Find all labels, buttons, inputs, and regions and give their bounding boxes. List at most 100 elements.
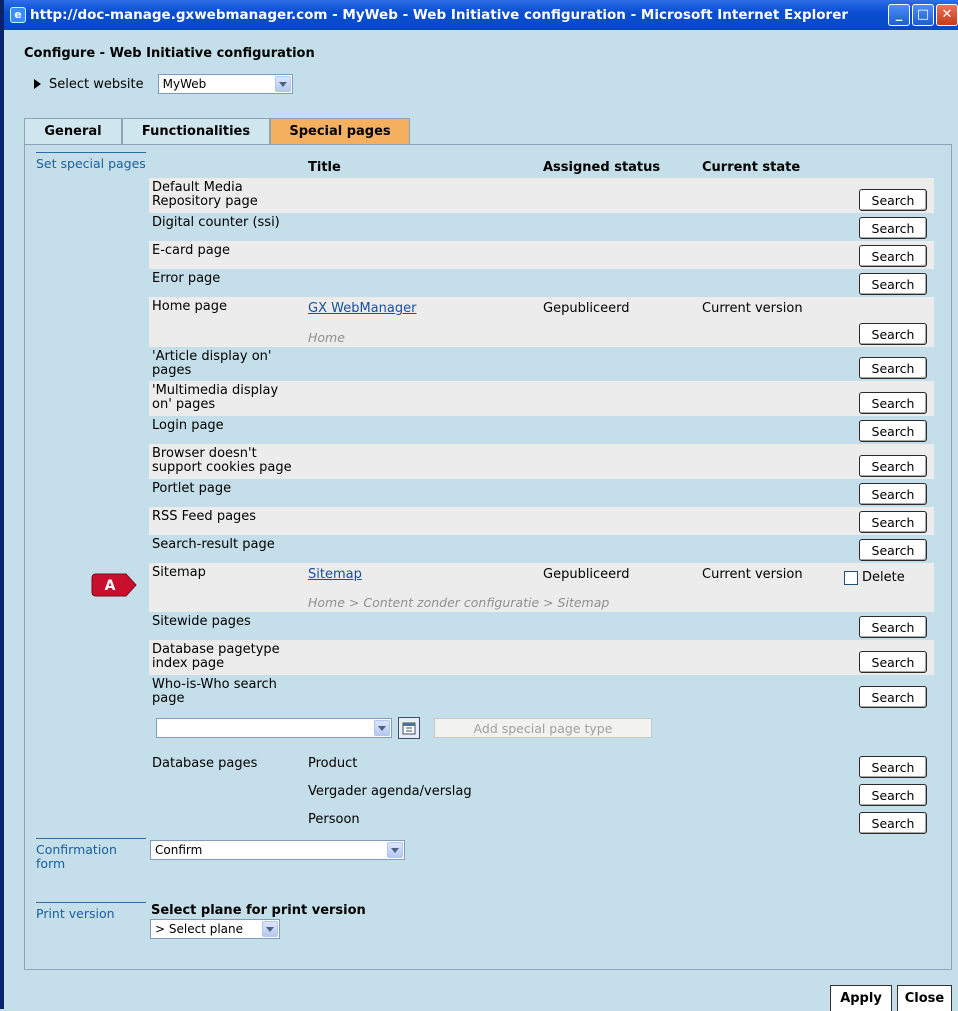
- search-button[interactable]: Search: [859, 245, 927, 267]
- special-page-row: E-card page Search: [149, 241, 934, 269]
- search-button[interactable]: Search: [859, 217, 927, 239]
- search-button[interactable]: Search: [859, 323, 927, 345]
- search-button[interactable]: Search: [859, 420, 927, 442]
- special-page-name: Digital counter (ssi): [152, 215, 280, 230]
- search-button[interactable]: Search: [859, 784, 927, 806]
- tab-general-label: General: [44, 124, 102, 139]
- add-special-page-type-button[interactable]: Add special page type: [434, 718, 652, 738]
- special-page-name: E-card page: [152, 243, 230, 258]
- special-page-row: Database pagetype index page Search: [149, 640, 934, 675]
- section-label-print-version: Print version: [36, 902, 146, 921]
- special-page-name: Database pagetype index page: [152, 642, 280, 671]
- database-pages-label: Database pages: [152, 756, 258, 771]
- tab-functionalities[interactable]: Functionalities: [122, 118, 270, 144]
- search-button[interactable]: Search: [859, 455, 927, 477]
- column-header-title: Title: [308, 160, 341, 175]
- search-button[interactable]: Search: [859, 616, 927, 638]
- website-select[interactable]: MyWeb: [157, 74, 293, 94]
- delete-checkbox[interactable]: Delete: [844, 570, 905, 585]
- special-page-name: 'Multimedia display on' pages: [152, 383, 279, 412]
- search-button[interactable]: Search: [859, 812, 927, 834]
- minimize-button[interactable]: _: [888, 4, 910, 26]
- special-page-row: Who-is-Who search page Search: [149, 675, 934, 710]
- maximize-icon: □: [916, 7, 930, 22]
- website-selector-row: Select website MyWeb: [34, 74, 293, 94]
- callout-marker: A: [91, 573, 137, 597]
- search-button[interactable]: Search: [859, 392, 927, 414]
- special-page-name: Sitemap: [152, 565, 206, 580]
- special-page-row: 'Multimedia display on' pages Search: [149, 381, 934, 416]
- window-title: http://doc-manage.gxwebmanager.com - MyW…: [30, 7, 849, 23]
- search-button[interactable]: Search: [859, 539, 927, 561]
- select-website-label: Select website: [49, 76, 144, 92]
- close-button[interactable]: Close: [897, 985, 952, 1011]
- assigned-status: Gepubliceerd: [543, 567, 630, 582]
- current-state: Current version: [702, 567, 803, 582]
- confirmation-form-select[interactable]: Confirm: [150, 840, 405, 860]
- tab-special-pages[interactable]: Special pages: [270, 118, 410, 144]
- chevron-down-icon[interactable]: [387, 842, 403, 858]
- column-header-state: Current state: [702, 160, 801, 175]
- minimize-icon: _: [895, 7, 903, 22]
- search-button[interactable]: Search: [859, 273, 927, 295]
- current-state: Current version: [702, 301, 803, 316]
- special-page-name: Search-result page: [152, 537, 275, 552]
- assigned-page-title: Sitemap: [308, 567, 362, 582]
- chevron-down-icon[interactable]: [374, 720, 390, 736]
- special-page-name: Home page: [152, 299, 227, 314]
- search-button[interactable]: Search: [859, 357, 927, 379]
- special-page-row: Sitemap Sitemap Home > Content zonder conf…: [149, 563, 934, 612]
- internet-explorer-icon: e: [10, 7, 26, 23]
- special-page-row: Error page Search: [149, 269, 934, 297]
- special-page-row: RSS Feed pages Search: [149, 507, 934, 535]
- triangle-right-icon: [34, 79, 41, 89]
- special-page-row: Login page Search: [149, 416, 934, 444]
- database-item: Product: [308, 756, 358, 771]
- print-plane-value: > Select plane: [155, 922, 243, 936]
- special-page-name: Default Media Repository page: [152, 180, 258, 209]
- search-button[interactable]: Search: [859, 189, 927, 211]
- search-button[interactable]: Search: [859, 483, 927, 505]
- close-icon: ✕: [941, 7, 953, 22]
- tab-general[interactable]: General: [24, 118, 122, 144]
- add-special-page-row: Add special page type: [156, 717, 652, 739]
- special-page-row: 'Article display on' pages Search: [149, 347, 934, 381]
- maximize-button[interactable]: □: [912, 4, 934, 26]
- section-label-special-pages: Set special pages: [36, 152, 146, 171]
- special-page-row: Browser doesn't support cookies page Sear…: [149, 444, 934, 479]
- assigned-status: Gepubliceerd: [543, 301, 630, 316]
- database-item: Vergader agenda/verslag: [308, 784, 472, 799]
- print-plane-select[interactable]: > Select plane: [150, 919, 280, 939]
- checkbox-box[interactable]: [844, 570, 858, 585]
- section-label-confirmation-form: Confirmation form: [36, 838, 146, 871]
- delete-label: Delete: [862, 570, 905, 585]
- browser-window: e http://doc-manage.gxwebmanager.com - M…: [0, 0, 958, 1011]
- assigned-page-path: Home: [308, 330, 345, 345]
- close-window-button[interactable]: ✕: [936, 4, 958, 26]
- calendar-icon[interactable]: [398, 717, 420, 739]
- special-page-row: Portlet page Search: [149, 479, 934, 507]
- special-page-name: Portlet page: [152, 481, 232, 496]
- assigned-page-link[interactable]: GX WebManager: [308, 301, 416, 316]
- title-bar: e http://doc-manage.gxwebmanager.com - M…: [4, 0, 958, 30]
- special-page-type-select[interactable]: [156, 718, 392, 738]
- assigned-page-link[interactable]: Sitemap: [308, 567, 362, 582]
- apply-button[interactable]: Apply: [830, 985, 892, 1011]
- search-button[interactable]: Search: [859, 686, 927, 708]
- search-button[interactable]: Search: [859, 651, 927, 673]
- special-page-name: RSS Feed pages: [152, 509, 257, 524]
- special-page-name: Browser doesn't support cookies page: [152, 446, 292, 475]
- special-page-row: Home page GX WebManager Home Gepubliceerd Cu…: [149, 297, 934, 347]
- database-item: Persoon: [308, 812, 360, 827]
- website-select-value: MyWeb: [162, 77, 207, 91]
- special-page-name: Sitewide pages: [152, 614, 251, 629]
- search-button[interactable]: Search: [859, 756, 927, 778]
- special-page-row: Default Media Repository page Search: [149, 178, 934, 213]
- chevron-down-icon[interactable]: [262, 921, 278, 937]
- chevron-down-icon[interactable]: [274, 76, 291, 92]
- assigned-page-title: GX WebManager: [308, 301, 416, 316]
- search-button[interactable]: Search: [859, 511, 927, 533]
- special-page-name: Error page: [152, 271, 221, 286]
- special-page-name: Who-is-Who search page: [152, 677, 277, 706]
- special-page-row: Digital counter (ssi) Search: [149, 213, 934, 241]
